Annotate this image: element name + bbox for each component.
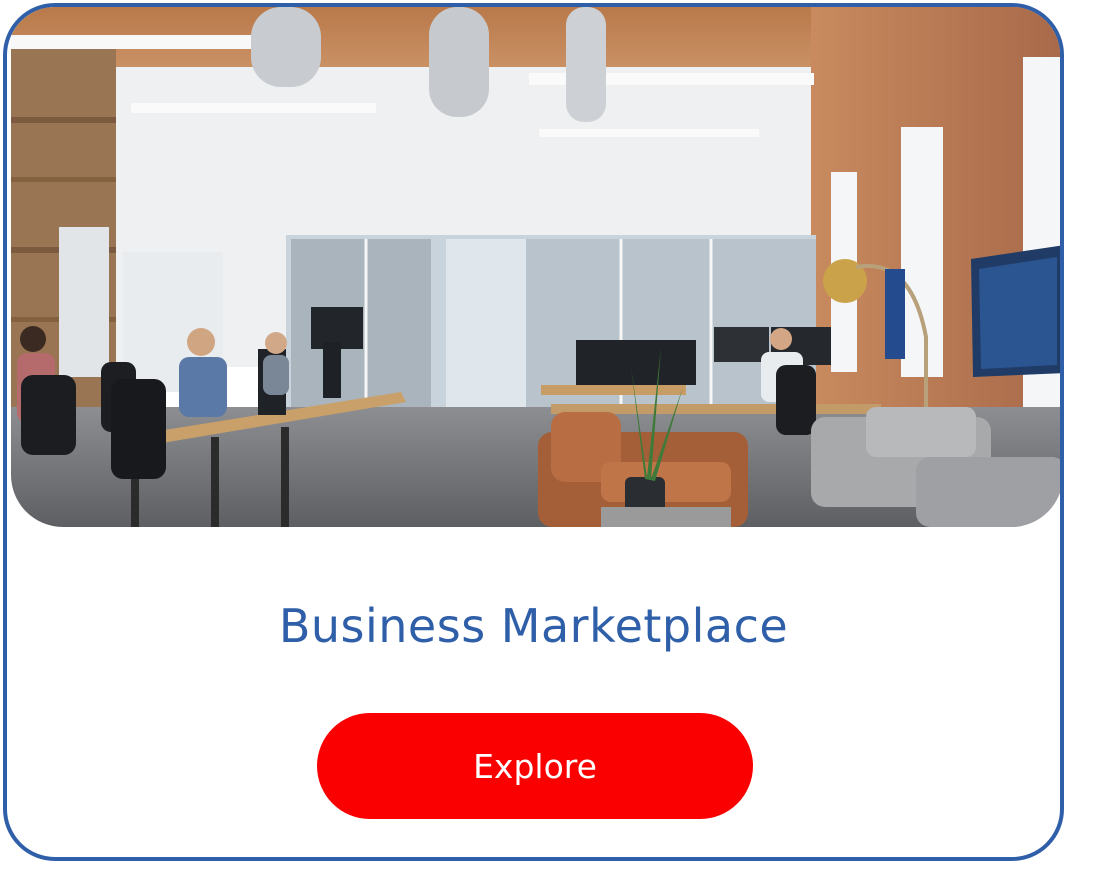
marketplace-card: Business Marketplace Explore — [3, 3, 1064, 861]
card-title: Business Marketplace — [278, 599, 789, 653]
office-photo — [11, 7, 1060, 527]
explore-button[interactable]: Explore — [317, 713, 753, 819]
